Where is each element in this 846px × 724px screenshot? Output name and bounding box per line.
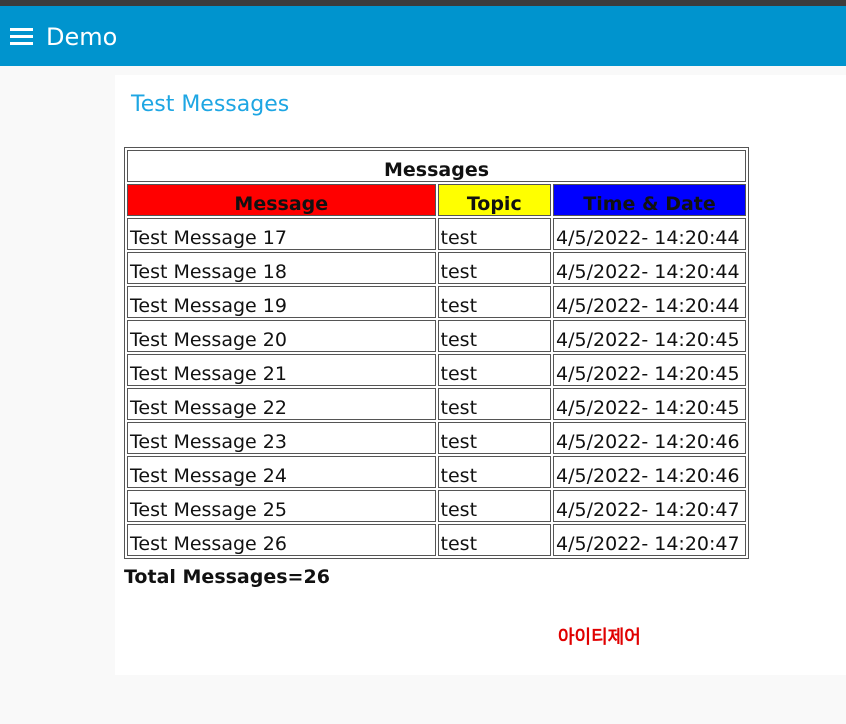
cell-topic: test	[437, 422, 552, 454]
column-header-topic: Topic	[437, 184, 552, 216]
cell-time-date: 4/5/2022- 14:20:44	[553, 252, 746, 284]
table-row: Test Message 22 test 4/5/2022- 14:20:45	[127, 388, 746, 420]
column-header-message: Message	[127, 184, 436, 216]
cell-topic: test	[437, 524, 552, 556]
cell-message: Test Message 19	[127, 286, 436, 318]
menu-icon[interactable]	[10, 26, 33, 46]
cell-message: Test Message 17	[127, 218, 436, 250]
table-row: Test Message 26 test 4/5/2022- 14:20:47	[127, 524, 746, 556]
cell-time-date: 4/5/2022- 14:20:45	[553, 320, 746, 352]
total-messages-label: Total Messages=26	[124, 566, 330, 588]
cell-topic: test	[437, 456, 552, 488]
cell-topic: test	[437, 320, 552, 352]
cell-topic: test	[437, 388, 552, 420]
cell-time-date: 4/5/2022- 14:20:46	[553, 456, 746, 488]
messages-panel: Test Messages Messages Message Topic Tim…	[115, 75, 846, 675]
cell-time-date: 4/5/2022- 14:20:46	[553, 422, 746, 454]
cell-topic: test	[437, 490, 552, 522]
table-row: Test Message 21 test 4/5/2022- 14:20:45	[127, 354, 746, 386]
cell-message: Test Message 20	[127, 320, 436, 352]
cell-topic: test	[437, 252, 552, 284]
cell-message: Test Message 25	[127, 490, 436, 522]
table-row: Test Message 24 test 4/5/2022- 14:20:46	[127, 456, 746, 488]
panel-title: Test Messages	[131, 92, 290, 117]
messages-table: Messages Message Topic Time & Date Test …	[124, 147, 749, 559]
table-row: Test Message 17 test 4/5/2022- 14:20:44	[127, 218, 746, 250]
table-row: Test Message 25 test 4/5/2022- 14:20:47	[127, 490, 746, 522]
cell-topic: test	[437, 218, 552, 250]
cell-message: Test Message 18	[127, 252, 436, 284]
table-caption: Messages	[127, 150, 746, 182]
app-bar: Demo	[0, 6, 846, 66]
app-title: Demo	[46, 23, 118, 51]
cell-message: Test Message 21	[127, 354, 436, 386]
cell-topic: test	[437, 286, 552, 318]
cell-message: Test Message 23	[127, 422, 436, 454]
table-row: Test Message 20 test 4/5/2022- 14:20:45	[127, 320, 746, 352]
cell-time-date: 4/5/2022- 14:20:45	[553, 354, 746, 386]
brand-text: 아이티제어	[558, 627, 641, 648]
table-row: Test Message 18 test 4/5/2022- 14:20:44	[127, 252, 746, 284]
cell-time-date: 4/5/2022- 14:20:44	[553, 218, 746, 250]
cell-time-date: 4/5/2022- 14:20:45	[553, 388, 746, 420]
cell-topic: test	[437, 354, 552, 386]
table-row: Test Message 19 test 4/5/2022- 14:20:44	[127, 286, 746, 318]
cell-time-date: 4/5/2022- 14:20:44	[553, 286, 746, 318]
cell-message: Test Message 26	[127, 524, 436, 556]
cell-time-date: 4/5/2022- 14:20:47	[553, 524, 746, 556]
table-row: Test Message 23 test 4/5/2022- 14:20:46	[127, 422, 746, 454]
cell-time-date: 4/5/2022- 14:20:47	[553, 490, 746, 522]
cell-message: Test Message 24	[127, 456, 436, 488]
cell-message: Test Message 22	[127, 388, 436, 420]
column-header-time-date: Time & Date	[553, 184, 746, 216]
